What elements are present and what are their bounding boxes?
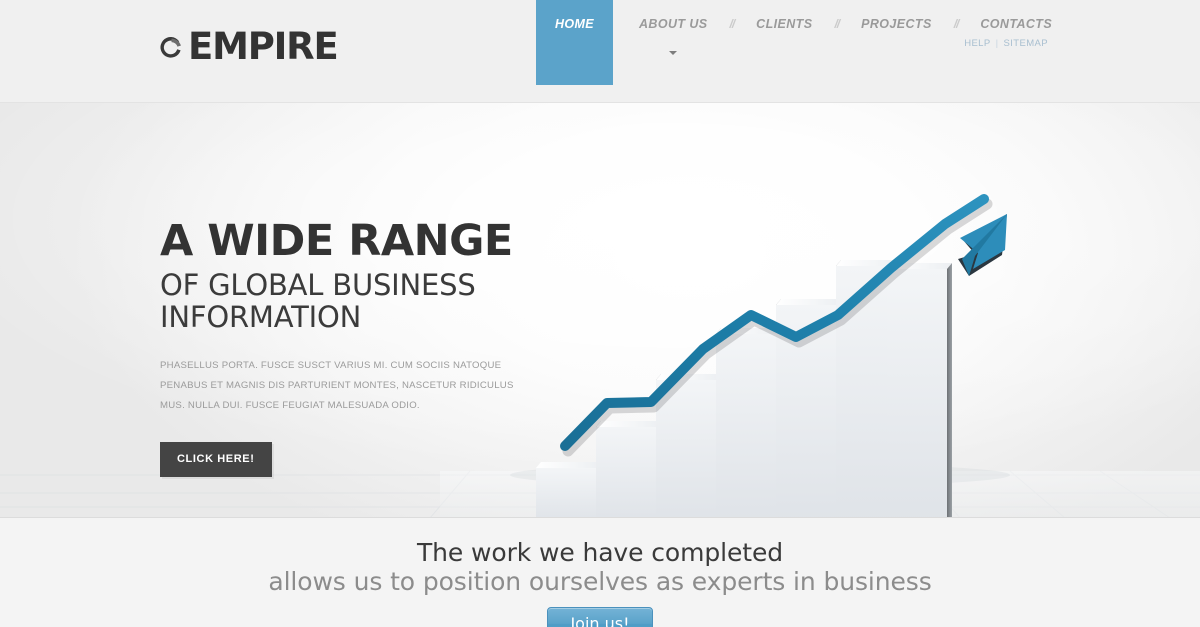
hero-copy: A WIDE RANGE OF GLOBAL BUSINESS INFORMAT…	[160, 216, 560, 478]
nav-item-clients[interactable]: CLIENTS	[756, 0, 812, 85]
nav-label-clients: CLIENTS	[756, 16, 813, 31]
nav-label-projects: PROJECTS	[861, 16, 932, 31]
nav-item-projects[interactable]: PROJECTS	[861, 0, 932, 85]
cta-subtitle: allows us to position ourselves as exper…	[268, 566, 932, 596]
click-here-button[interactable]: CLICK HERE!	[160, 442, 272, 478]
hero-subtitle-line-1: OF GLOBAL BUSINESS	[160, 268, 476, 302]
hero-slider: A WIDE RANGE OF GLOBAL BUSINESS INFORMAT…	[0, 103, 1200, 518]
join-us-button[interactable]: Join us!	[547, 607, 653, 627]
bar-2	[596, 421, 661, 517]
hero-paragraph: Phasellus porta. Fusce susct varius mi. …	[160, 359, 514, 412]
utility-divider: |	[995, 38, 999, 49]
cta-band: The work we have completed allows us to …	[0, 519, 1200, 627]
nav-separator: //	[834, 16, 840, 31]
chevron-down-icon	[669, 51, 678, 55]
nav-separator: //	[953, 16, 960, 31]
utility-links: HELP | SITEMAP	[964, 38, 1048, 49]
nav-label-about-us: ABOUT US	[639, 16, 708, 31]
nav-item-about-us[interactable]: ABOUT US	[639, 0, 707, 85]
nav-label-contacts: CONTACTS	[980, 16, 1053, 31]
page-root: EMPIRE HOME ABOUT US // CLIENTS // PROJE…	[0, 0, 1200, 627]
site-header: EMPIRE HOME ABOUT US // CLIENTS // PROJE…	[0, 0, 1200, 103]
help-link[interactable]: HELP	[964, 38, 990, 49]
cta-title: The work we have completed	[417, 538, 783, 567]
hero-title: A WIDE RANGE	[160, 216, 513, 266]
nav-separator: //	[729, 16, 735, 31]
logo-text: EMPIRE	[188, 25, 339, 68]
nav-item-home[interactable]: HOME	[536, 0, 613, 85]
swirl-ring-icon	[158, 35, 185, 62]
bar-7	[887, 263, 952, 517]
nav-label-home: HOME	[554, 16, 595, 31]
logo[interactable]: EMPIRE	[158, 25, 339, 68]
bar-4	[716, 328, 781, 517]
sitemap-link[interactable]: SITEMAP	[1003, 38, 1048, 49]
hero-subtitle-line-2: INFORMATION	[160, 300, 362, 335]
hero-subtitle: OF GLOBAL BUSINESS INFORMATION	[160, 269, 560, 334]
